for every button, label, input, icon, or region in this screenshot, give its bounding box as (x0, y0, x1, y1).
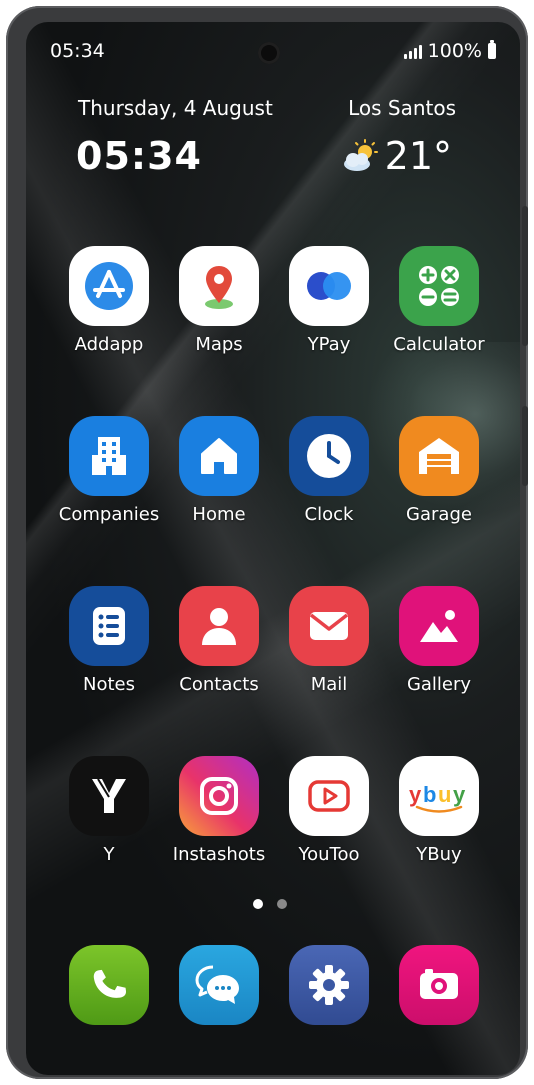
app-label: Instashots (172, 844, 266, 865)
status-time: 05:34 (50, 40, 105, 62)
widget-time[interactable]: 05:34 (76, 134, 202, 178)
widget-location[interactable]: Los Santos (348, 96, 456, 120)
phone-icon (69, 945, 149, 1025)
app-home[interactable]: Home (164, 416, 274, 525)
pay-circles-icon (289, 246, 369, 326)
app-label: Gallery (406, 674, 472, 695)
app-notes[interactable]: Notes (54, 586, 164, 695)
svg-text:y: y (409, 782, 422, 807)
clock-icon (289, 416, 369, 496)
svg-text:b: b (423, 782, 436, 807)
app-label: YPay (307, 334, 351, 355)
dock-messages[interactable] (164, 945, 274, 1025)
app-clock[interactable]: Clock (274, 416, 384, 525)
app-label: Companies (58, 504, 160, 525)
app-maps[interactable]: Maps (164, 246, 274, 355)
sun-cloud-icon (343, 139, 378, 171)
app-calculator[interactable]: Calculator (384, 246, 494, 355)
gear-icon (289, 945, 369, 1025)
dock-camera[interactable] (384, 945, 494, 1025)
page-dot-1[interactable] (253, 899, 263, 909)
dock-phone[interactable] (54, 945, 164, 1025)
app-label: Notes (83, 674, 135, 695)
calculator-icon (399, 246, 479, 326)
app-label: Calculator (393, 334, 485, 355)
phone-frame: 05:34 100% Thursday, 4 August 05:34 Los … (6, 6, 528, 1079)
home-screen: 05:34 100% Thursday, 4 August 05:34 Los … (26, 22, 520, 1075)
dock-settings[interactable] (274, 945, 384, 1025)
app-label: Y (103, 844, 115, 865)
garage-icon (399, 416, 479, 496)
image-icon (399, 586, 479, 666)
app-garage[interactable]: Garage (384, 416, 494, 525)
app-label: Maps (195, 334, 243, 355)
play-button-icon (289, 756, 369, 836)
ybuy-logo-icon: ybuy (399, 756, 479, 836)
app-label: Garage (406, 504, 472, 525)
app-label: Contacts (179, 674, 259, 695)
signal-icon (403, 43, 422, 59)
notes-list-icon (69, 586, 149, 666)
battery-icon (488, 40, 496, 59)
y-logo-icon (69, 756, 149, 836)
chat-bubbles-icon (179, 945, 259, 1025)
camera-icon (399, 945, 479, 1025)
building-icon (69, 416, 149, 496)
app-mail[interactable]: Mail (274, 586, 384, 695)
app-youtoo[interactable]: YouToo (274, 756, 384, 865)
person-icon (179, 586, 259, 666)
app-gallery[interactable]: Gallery (384, 586, 494, 695)
house-icon (179, 416, 259, 496)
camera-square-icon (179, 756, 259, 836)
map-pin-icon (179, 246, 259, 326)
widget-date[interactable]: Thursday, 4 August (78, 96, 273, 120)
page-indicator[interactable] (253, 899, 287, 909)
front-camera (258, 42, 280, 64)
app-addapp[interactable]: Addapp (54, 246, 164, 355)
app-label: YBuy (416, 844, 462, 865)
temperature: 21° (384, 134, 452, 178)
app-companies[interactable]: Companies (54, 416, 164, 525)
app-ypay[interactable]: YPay (274, 246, 384, 355)
app-contacts[interactable]: Contacts (164, 586, 274, 695)
weather-widget[interactable]: 21° (341, 134, 452, 178)
app-label: Home (192, 504, 246, 525)
app-label: Addapp (74, 334, 144, 355)
app-y[interactable]: Y (54, 756, 164, 865)
envelope-icon (289, 586, 369, 666)
app-label: Clock (304, 504, 354, 525)
battery-percent: 100% (427, 40, 482, 62)
app-ybuy[interactable]: ybuy YBuy (384, 756, 494, 865)
app-label: Mail (310, 674, 348, 695)
svg-text:y: y (453, 782, 466, 807)
svg-text:u: u (438, 782, 451, 807)
app-label: YouToo (298, 844, 360, 865)
app-store-icon (69, 246, 149, 326)
volume-button[interactable] (522, 206, 528, 346)
status-icons: 100% (403, 40, 496, 62)
app-instashots[interactable]: Instashots (164, 756, 274, 865)
page-dot-2[interactable] (277, 899, 287, 909)
power-button[interactable] (522, 406, 528, 486)
